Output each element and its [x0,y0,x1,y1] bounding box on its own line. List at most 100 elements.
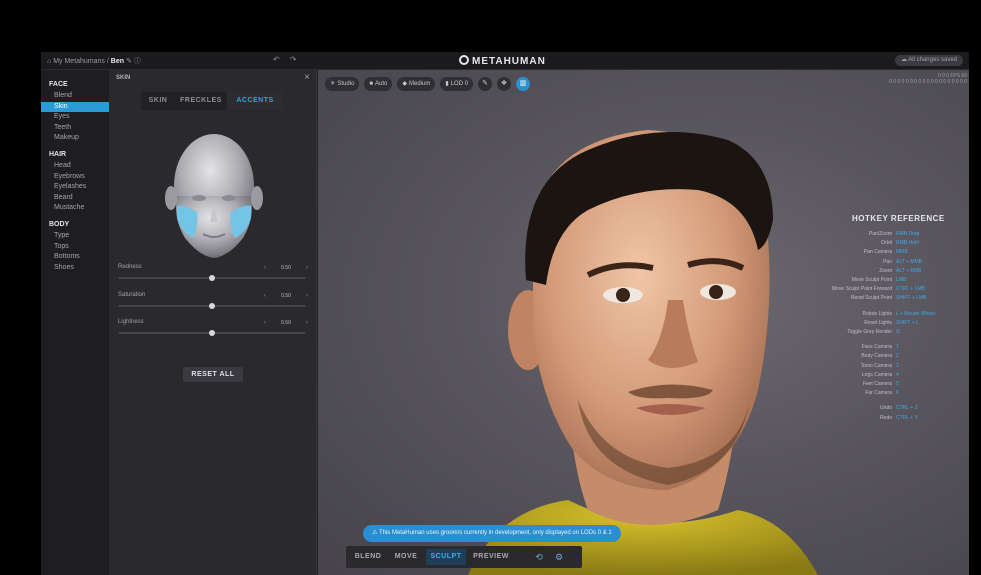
hotkey-binding: SHIFT + LMB [896,295,927,302]
undo-redo-buttons[interactable]: ↶ ↷ [273,55,301,64]
slider-saturation[interactable] [119,303,305,309]
dna-icon: ❖ [500,80,508,87]
hotkey-binding: ALT + MMB [896,258,923,265]
medium-button[interactable]: ◆ Medium [397,77,436,91]
tab-accents[interactable]: ACCENTS [227,92,283,110]
hotkey-binding: CTRL + LMB [896,286,925,293]
nav-item-mustache[interactable]: Mustache [41,203,109,213]
slider-thumb-saturation[interactable] [209,303,215,309]
info-icon[interactable]: ⓘ [134,58,141,65]
brand-logo: METAHUMAN [459,55,546,67]
hotkey-action: Far Camera [865,390,892,397]
hotkey-action: Orbit [881,240,892,247]
hotkey-row: Reset Lights SHIFT + L [788,319,968,328]
hotkey-binding: MMB [896,249,908,256]
nav-item-beard[interactable]: Beard [41,193,109,203]
top-bar: ⌂ My Metahumans / Ben ✎ ⓘ ↶ ↷ METAHUMAN … [41,52,969,70]
slider-lightness[interactable] [119,330,305,336]
viewport-toolbar: ☀ Studio ■ Auto ◆ Medium ▮ LOD 0 ✎ ❖ ▥ [325,77,530,91]
panel-title: SKIN [116,75,131,81]
tab-skin[interactable]: SKIN [141,92,175,110]
tab-freckles[interactable]: FRECKLES [175,92,227,110]
settings-icon[interactable]: ⚙ [552,549,566,565]
mode-preview[interactable]: PREVIEW [470,549,512,565]
chevron-left-icon[interactable]: ‹ [264,265,266,271]
hotkey-row: Orbit RMB Hold [788,239,968,248]
stepper-redness[interactable]: ‹ 0.50 › [264,263,308,272]
dna-button[interactable]: ❖ [497,77,511,91]
studio-button[interactable]: ☀ Studio [325,77,360,91]
mode-move[interactable]: MOVE [390,549,422,565]
nav-section-face: FACE [49,81,68,88]
nav-item-eyelashes[interactable]: Eyelashes [41,182,109,192]
hotkey-action: Face Camera [861,344,892,351]
lod-0-button[interactable]: ▮ LOD 0 [440,77,473,91]
hotkey-action: Zoom [879,267,892,274]
mode-blend[interactable]: BLEND [350,549,386,565]
hotkey-action: Body Camera [861,353,892,360]
home-icon[interactable]: ⌂ [47,58,51,65]
groom-warning-banner: ⚠ This MetaHuman uses groom/s currently … [363,525,621,542]
auto-button[interactable]: ■ Auto [364,77,393,91]
warning-icon: ⚠ [372,530,378,536]
brush-button[interactable]: ✎ [478,77,492,91]
skin-panel: SKIN × SKIN FRECKLES ACCENTS Redness ‹ 0.50 › [109,70,317,575]
stepper-lightness[interactable]: ‹ 0.50 › [264,318,308,327]
nav-item-makeup[interactable]: Makeup [41,133,109,143]
toolbar-label: Medium [409,81,431,87]
hotkey-binding: LMB [896,277,907,283]
nav-item-teeth[interactable]: Teeth [41,123,109,133]
hotkey-binding: RMB Drag [896,231,920,237]
nav-item-eyebrows[interactable]: Eyebrows [41,172,109,182]
chevron-right-icon[interactable]: › [306,265,308,271]
brush-icon: ✎ [482,80,488,87]
nav-item-type[interactable]: Type [41,231,109,241]
hotkey-binding: RMB Hold [896,240,919,247]
hotkey-row: Legs Camera 4 [788,371,968,380]
slider-thumb-redness[interactable] [209,275,215,281]
chevron-right-icon[interactable]: › [306,320,308,326]
breadcrumb-my-metahumans[interactable]: My Metahumans / [53,58,109,65]
stepper-saturation[interactable]: ‹ 0.50 › [264,291,308,300]
slider-thumb-lightness[interactable] [209,330,215,336]
hotkey-action: Pan/Zoom [868,231,892,237]
hotkey-row: Pan ALT + MMB [788,258,968,267]
hotkey-action: Torso Camera [860,362,892,369]
save-status-text: All changes saved [908,57,957,63]
chevron-left-icon[interactable]: ‹ [264,320,266,326]
hotkey-row: Reset Sculpt Point SHIFT + LMB [788,294,968,303]
nav-item-shoes[interactable]: Shoes [41,263,109,273]
hotkey-row: Pan Camera MMB [788,248,968,257]
hotkey-binding: 6 [896,390,899,397]
panel-subtabs: SKIN FRECKLES ACCENTS [141,92,283,110]
toolbar-label: Auto [375,81,388,87]
chevron-left-icon[interactable]: ‹ [264,293,266,299]
hotkey-row: Pan/Zoom RMB Drag [788,230,968,239]
nav-section-body: BODY [49,221,70,228]
close-icon[interactable]: × [304,72,310,83]
hotkey-action: Move Sculpt Point [851,277,892,283]
history-icon[interactable]: ⟲ [532,549,546,565]
perf-line: 0.0 0 0 0 0 0 0 0 0 0 0 0 0 0 0 0 0 0 [889,79,967,85]
chevron-right-icon[interactable]: › [306,293,308,299]
hotkey-binding: SHIFT + L [896,319,919,326]
breadcrumb: ⌂ My Metahumans / Ben ✎ ⓘ [47,56,141,66]
mode-sculpt[interactable]: SCULPT [426,549,466,565]
slider-redness[interactable] [119,275,305,281]
compare-button[interactable]: ▥ [516,77,530,91]
hotkey-action: Rotate Lights [862,310,892,317]
hotkey-row: Face Camera 1 [788,343,968,352]
hotkey-action: Redo [880,414,892,421]
hotkey-binding: 3 [896,362,899,369]
breadcrumb-current-name: Ben [110,58,125,65]
nav-item-blend[interactable]: Blend [41,91,109,101]
nav-item-eyes[interactable]: Eyes [41,112,109,122]
character-viewport[interactable]: ☀ Studio ■ Auto ◆ Medium ▮ LOD 0 ✎ ❖ ▥ 0 0 0 FPS 6… [318,70,969,575]
nav-item-tops[interactable]: Tops [41,242,109,252]
toolbar-label: Studio [337,81,355,87]
nav-item-head[interactable]: Head [41,161,109,171]
nav-item-skin[interactable]: Skin [41,101,109,112]
edit-name-icon[interactable]: ✎ [126,58,132,65]
reset-all-button[interactable]: RESET ALL [183,367,243,382]
nav-item-bottoms[interactable]: Bottoms [41,252,109,262]
